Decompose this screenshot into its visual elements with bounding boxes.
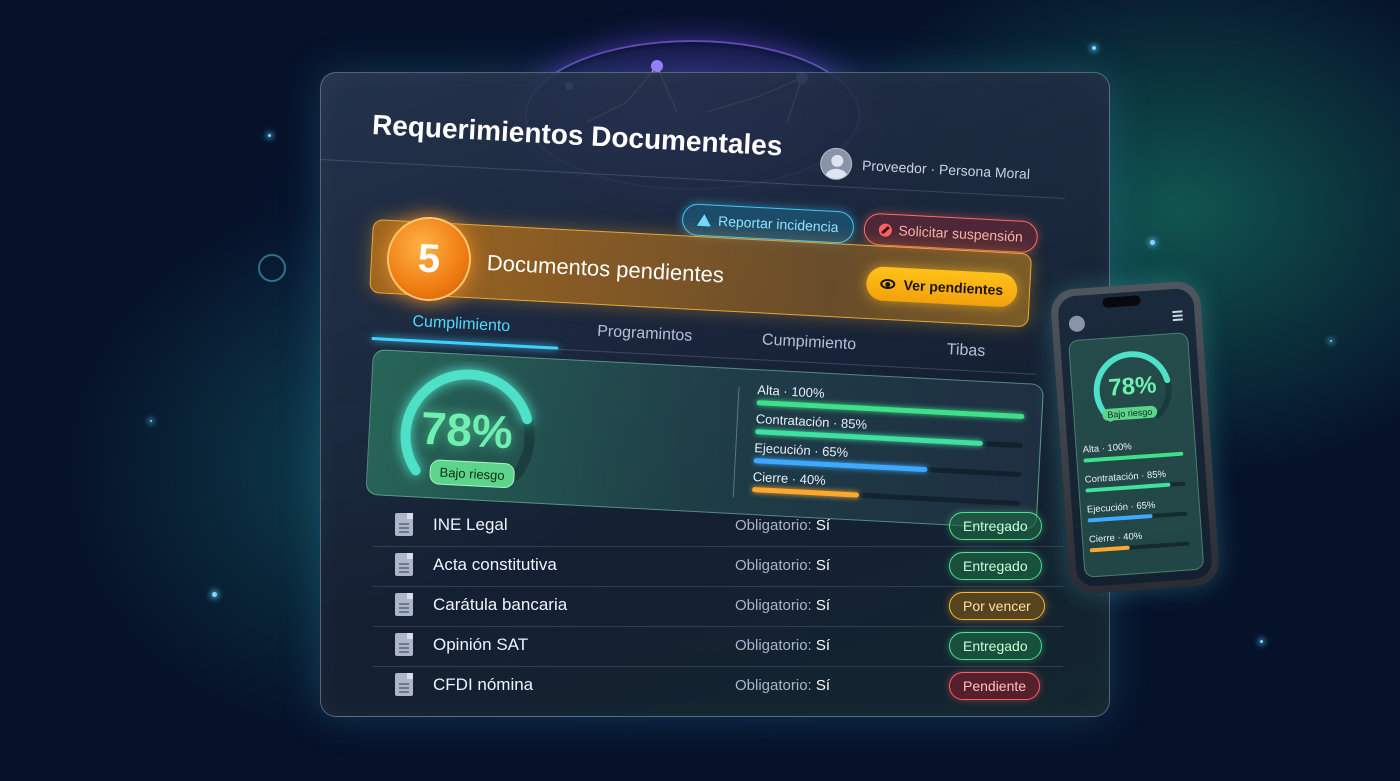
tab-programintos[interactable]: Programintos (597, 323, 693, 346)
document-row[interactable]: INE Legal Obligatorio: Sí Entregado (373, 507, 1063, 547)
mobile-metric-cierre: Cierre · 40% (1089, 527, 1195, 562)
mobile-metric-fill (1089, 545, 1130, 553)
star-decoration (212, 592, 217, 597)
view-pending-label: Ver pendientes (903, 276, 1004, 299)
pending-count: 5 (384, 214, 474, 304)
required-label: Obligatorio: (735, 597, 812, 614)
document-required: Obligatorio: Sí (735, 677, 830, 694)
star-decoration (1330, 340, 1332, 342)
document-required: Obligatorio: Sí (735, 517, 830, 534)
status-badge: Por vencer (949, 592, 1045, 620)
document-required: Obligatorio: Sí (735, 597, 830, 614)
mobile-compliance-card: 78% Bajo riesgo Alta · 100% Contratación… (1068, 332, 1205, 578)
required-label: Obligatorio: (735, 517, 812, 534)
compliance-gauge: 78% Bajo riesgo (388, 357, 565, 506)
document-name: Acta constitutiva (433, 555, 557, 574)
star-decoration (1260, 640, 1263, 643)
risk-badge: Bajo riesgo (429, 459, 516, 489)
document-row[interactable]: Carátula bancaria Obligatorio: Sí Por ve… (373, 587, 1063, 627)
required-label: Obligatorio: (735, 637, 812, 654)
warning-icon (696, 213, 712, 227)
tab-cumpimiento[interactable]: Cumpimiento (762, 331, 857, 354)
star-decoration (1150, 240, 1155, 245)
document-icon (395, 513, 413, 536)
document-required: Obligatorio: Sí (735, 637, 830, 654)
document-name: Carátula bancaria (433, 595, 568, 614)
required-value: Sí (815, 677, 831, 694)
card-divider (732, 387, 740, 498)
phone-notch (1102, 295, 1141, 308)
document-name: INE Legal (433, 515, 508, 534)
request-suspension-label: Solicitar suspensión (898, 222, 1024, 245)
document-icon (395, 673, 413, 696)
required-value: Sí (815, 637, 831, 654)
user-label: Proveedor · Persona Moral (861, 157, 1031, 182)
ban-icon (878, 222, 892, 237)
avatar (819, 147, 853, 181)
document-icon (395, 633, 413, 656)
required-label: Obligatorio: (735, 557, 812, 574)
mobile-metric-ejecucion: Ejecución · 65% (1087, 497, 1193, 532)
document-row[interactable]: Opinión SAT Obligatorio: Sí Entregado (373, 627, 1063, 667)
mobile-metric-contratacion: Contratación · 85% (1084, 467, 1190, 502)
avatar (1068, 315, 1086, 333)
pending-label: Documentos pendientes (486, 250, 725, 288)
tab-tibas[interactable]: Tibas (946, 341, 985, 361)
menu-icon[interactable] (1172, 310, 1183, 314)
required-label: Obligatorio: (735, 677, 812, 694)
compliance-percent: 78% (419, 401, 515, 459)
document-name: CFDI nómina (433, 675, 534, 694)
star-decoration (1092, 46, 1096, 50)
document-required: Obligatorio: Sí (735, 557, 830, 574)
tab-cumplimiento[interactable]: Cumplimiento (412, 313, 511, 336)
star-decoration (268, 134, 271, 137)
status-badge: Pendiente (949, 672, 1041, 700)
document-icon (395, 593, 413, 616)
mobile-metric-alta: Alta · 100% (1082, 437, 1188, 472)
required-value: Sí (815, 557, 831, 574)
user-profile[interactable]: Proveedor · Persona Moral (819, 147, 1030, 190)
status-badge: Entregado (949, 512, 1042, 540)
status-badge: Entregado (949, 552, 1042, 580)
mobile-preview: 78% Bajo riesgo Alta · 100% Contratación… (1049, 280, 1221, 595)
report-incident-label: Reportar incidencia (717, 212, 839, 236)
document-icon (395, 553, 413, 576)
requirements-panel: Requerimientos Documentales Proveedor · … (320, 72, 1110, 717)
mobile-metric-fill (1087, 513, 1153, 523)
view-pending-button[interactable]: Ver pendientes (865, 265, 1019, 308)
status-badge: Entregado (949, 632, 1042, 660)
required-value: Sí (815, 517, 831, 534)
phone-screen: 78% Bajo riesgo Alta · 100% Contratación… (1057, 287, 1213, 588)
eye-icon (880, 278, 896, 290)
active-tab-indicator (371, 336, 559, 350)
phase-metrics: Alta · 100% Contratación · 85% Ejecución… (752, 382, 1033, 512)
document-row[interactable]: Acta constitutiva Obligatorio: Sí Entreg… (373, 547, 1063, 587)
document-name: Opinión SAT (433, 635, 529, 654)
document-row[interactable]: CFDI nómina Obligatorio: Sí Pendiente (373, 667, 1063, 707)
required-value: Sí (815, 597, 831, 614)
page-title: Requerimientos Documentales (371, 109, 784, 162)
ring-decoration (258, 254, 286, 282)
star-decoration (150, 420, 152, 422)
